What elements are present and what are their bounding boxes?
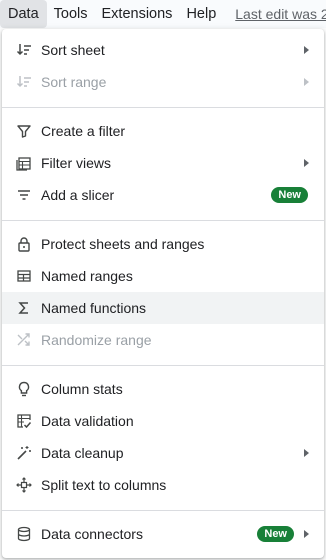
submenu-arrow-icon: [304, 46, 309, 54]
submenu-arrow-icon: [304, 530, 309, 538]
separator: [2, 510, 324, 511]
menu-item-sort-sheet[interactable]: Sort sheet: [2, 34, 324, 66]
data-validation-icon: [16, 413, 32, 429]
filter-views-label: Filter views: [41, 155, 112, 171]
menubar: Data Tools Extensions Help Last edit was…: [0, 0, 326, 28]
filter-icon: [16, 123, 32, 139]
add-slicer-label: Add a slicer: [41, 187, 115, 203]
sort-icon: [16, 74, 32, 90]
named-ranges-label: Named ranges: [41, 268, 133, 284]
menu-tools[interactable]: Tools: [47, 0, 95, 28]
menu-item-protect[interactable]: Protect sheets and ranges: [2, 228, 324, 260]
split-columns-icon: [16, 477, 32, 493]
new-badge: New: [257, 526, 294, 542]
menu-extensions[interactable]: Extensions: [95, 0, 180, 28]
sort-range-label: Sort range: [41, 74, 107, 90]
submenu-arrow-icon: [304, 449, 309, 457]
menu-item-split-text[interactable]: Split text to columns: [2, 469, 324, 501]
menu-item-add-slicer[interactable]: Add a slicer New: [2, 179, 324, 211]
menu-item-data-cleanup[interactable]: Data cleanup: [2, 437, 324, 469]
menu-item-named-functions[interactable]: Named functions: [2, 292, 324, 324]
database-icon: [16, 526, 32, 542]
menu-help[interactable]: Help: [179, 0, 223, 28]
shuffle-icon: [16, 332, 32, 348]
randomize-range-label: Randomize range: [41, 332, 152, 348]
menu-item-filter-views[interactable]: Filter views: [2, 147, 324, 179]
named-ranges-icon: [16, 268, 32, 284]
separator: [2, 107, 324, 108]
slicer-icon: [16, 187, 32, 203]
data-menu: Sort sheet Sort range Create a filter Fi…: [2, 29, 324, 558]
menu-item-sort-range: Sort range: [2, 66, 324, 98]
menu-item-create-filter[interactable]: Create a filter: [2, 115, 324, 147]
column-stats-label: Column stats: [41, 381, 123, 397]
create-filter-label: Create a filter: [41, 123, 126, 139]
magic-wand-icon: [16, 445, 32, 461]
sort-sheet-label: Sort sheet: [41, 42, 105, 58]
menu-item-named-ranges[interactable]: Named ranges: [2, 260, 324, 292]
protect-label: Protect sheets and ranges: [41, 236, 205, 252]
submenu-arrow-icon: [304, 159, 309, 167]
sigma-icon: [16, 300, 32, 316]
menu-item-data-connectors[interactable]: Data connectors New: [2, 518, 324, 550]
menu-item-column-stats[interactable]: Column stats: [2, 373, 324, 405]
lock-icon: [16, 236, 32, 252]
last-edit-link[interactable]: Last edit was 2: [235, 6, 326, 22]
sort-icon: [16, 42, 32, 58]
filter-views-icon: [16, 155, 32, 171]
data-cleanup-label: Data cleanup: [41, 445, 124, 461]
separator: [2, 220, 324, 221]
new-badge: New: [271, 187, 308, 203]
lightbulb-icon: [16, 381, 32, 397]
menu-item-randomize-range: Randomize range: [2, 324, 324, 356]
menu-item-data-validation[interactable]: Data validation: [2, 405, 324, 437]
split-text-label: Split text to columns: [41, 477, 167, 493]
submenu-arrow-icon: [304, 78, 309, 86]
separator: [2, 365, 324, 366]
data-validation-label: Data validation: [41, 413, 134, 429]
named-functions-label: Named functions: [41, 300, 147, 316]
data-connectors-label: Data connectors: [41, 526, 143, 542]
menu-data[interactable]: Data: [0, 0, 47, 28]
